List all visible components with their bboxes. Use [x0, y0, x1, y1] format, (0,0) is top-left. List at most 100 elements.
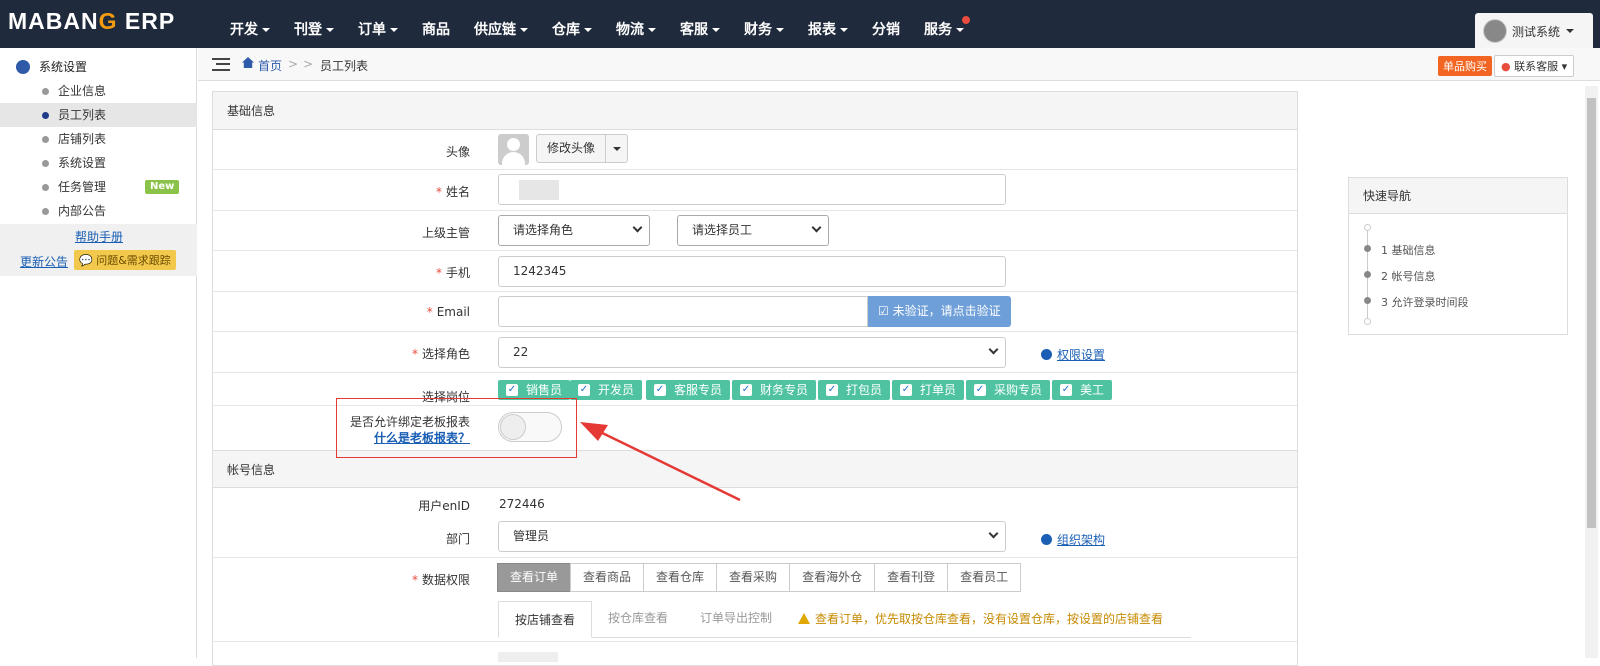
checkbox-checked-icon[interactable]: ✓	[900, 384, 912, 396]
view-listing-button[interactable]: 查看刊登	[874, 563, 949, 592]
timeline-dot	[1364, 297, 1371, 304]
manager-label: 上级主管	[421, 226, 470, 240]
position-chip-sales[interactable]: ✓ 销售员	[498, 380, 571, 400]
role-value-select[interactable]: 22	[498, 337, 1006, 368]
nav-item-customer-service[interactable]: 客服	[668, 0, 732, 48]
phone-input[interactable]: 1242345	[498, 256, 1006, 287]
chevron-down-icon	[988, 528, 999, 539]
timeline-dot	[1364, 318, 1371, 325]
permission-settings-link[interactable]: 权限设置	[1041, 346, 1105, 363]
contact-support-button[interactable]: ● 联系客服 ▾	[1494, 55, 1575, 77]
org-structure-link[interactable]: 组织架构	[1041, 531, 1105, 548]
chevron-down-icon	[520, 28, 528, 32]
tab-by-warehouse[interactable]: 按仓库查看	[592, 600, 684, 637]
buy-button[interactable]: 单品购买	[1438, 56, 1492, 76]
position-chip-purchaser[interactable]: ✓ 采购专员	[966, 380, 1051, 400]
userid-row: 用户enID 272446	[213, 488, 1297, 517]
position-chip-cs[interactable]: ✓ 客服专员	[646, 380, 731, 400]
quick-nav-panel: 快速导航 1 基础信息 2 帐号信息 3 允许登录时间段	[1348, 177, 1568, 335]
phone-label: * 手机	[435, 266, 470, 280]
feedback-button[interactable]: 💬 问题&需求跟踪	[74, 250, 176, 270]
checkbox-checked-icon[interactable]: ✓	[826, 384, 838, 396]
checkbox-checked-icon[interactable]: ✓	[654, 384, 666, 396]
breadcrumb-home[interactable]: 首页	[258, 57, 282, 74]
nav-item-listing[interactable]: 刊登	[282, 0, 346, 48]
chevron-down-icon[interactable]	[605, 135, 627, 162]
sidebar-item-task-management[interactable]: 任务管理 New	[0, 175, 197, 199]
staff-select[interactable]: 请选择员工	[677, 215, 829, 246]
position-chip-printer[interactable]: ✓ 打单员	[892, 380, 965, 400]
checkbox-checked-icon[interactable]: ✓	[1060, 384, 1072, 396]
page-scrollbar[interactable]	[1585, 86, 1598, 658]
view-staff-button[interactable]: 查看员工	[947, 563, 1022, 592]
nav-item-distribution[interactable]: 分销	[860, 0, 912, 48]
position-chip-packer[interactable]: ✓ 打包员	[818, 380, 891, 400]
nav-item-logistics[interactable]: 物流	[604, 0, 668, 48]
position-chip-designer[interactable]: ✓ 美工	[1052, 380, 1113, 400]
nav-item-warehouse[interactable]: 仓库	[540, 0, 604, 48]
quick-nav-account-info[interactable]: 2 帐号信息	[1381, 268, 1436, 284]
sidebar-item-store-list[interactable]: 店铺列表	[0, 127, 197, 151]
name-input[interactable]	[498, 174, 1006, 205]
nav-item-products[interactable]: 商品	[410, 0, 462, 48]
data-permission-buttons: 查看订单 查看商品 查看仓库 查看采购 查看海外仓 查看刊登 查看员工	[497, 563, 1022, 592]
main-nav: 开发 刊登 订单 商品 供应链 仓库 物流 客服 财务 报表 分销 服务	[218, 0, 976, 48]
role-select[interactable]: 请选择角色	[498, 215, 650, 246]
chevron-down-icon	[840, 28, 848, 32]
department-row: 部门 管理员 组织架构	[213, 517, 1297, 558]
scrollbar-thumb[interactable]	[1587, 98, 1596, 528]
email-input[interactable]	[498, 296, 868, 327]
nav-item-reports[interactable]: 报表	[796, 0, 860, 48]
change-avatar-button[interactable]: 修改头像	[536, 134, 629, 163]
quick-nav-basic-info[interactable]: 1 基础信息	[1381, 242, 1436, 258]
chevron-down-icon	[648, 28, 656, 32]
breadcrumb-current: 员工列表	[320, 59, 369, 73]
annotation-highlight-box	[336, 398, 577, 458]
tab-by-store[interactable]: 按店铺查看	[498, 601, 593, 638]
sidebar-item-announcements[interactable]: 内部公告	[0, 199, 197, 223]
tab-order-export[interactable]: 订单导出控制	[684, 600, 788, 637]
gear-icon	[1041, 349, 1052, 360]
user-menu[interactable]: 测试系统	[1475, 13, 1593, 49]
position-chip-finance[interactable]: ✓ 财务专员	[732, 380, 817, 400]
annotation-arrow	[580, 422, 741, 502]
view-products-button[interactable]: 查看商品	[570, 563, 645, 592]
checkbox-checked-icon[interactable]: ✓	[578, 384, 590, 396]
sidebar-item-system-settings[interactable]: 系统设置	[0, 151, 197, 175]
checkbox-checked-icon[interactable]: ✓	[740, 384, 752, 396]
nav-item-services[interactable]: 服务	[912, 0, 976, 48]
nav-item-orders[interactable]: 订单	[346, 0, 410, 48]
help-manual-link[interactable]: 帮助手册	[75, 228, 123, 245]
position-chip-developer[interactable]: ✓ 开发员	[570, 380, 643, 400]
checkbox-checked-icon[interactable]: ✓	[974, 384, 986, 396]
quick-nav-login-time[interactable]: 3 允许登录时间段	[1381, 294, 1469, 310]
user-avatar	[1483, 19, 1507, 43]
sidebar: 系统设置 企业信息 员工列表 店铺列表 系统设置 任务管理 New 内部公告 帮助…	[0, 48, 197, 658]
update-notice-link[interactable]: 更新公告	[20, 253, 68, 270]
view-warehouse-button[interactable]: 查看仓库	[643, 563, 718, 592]
sidebar-heading[interactable]: 系统设置	[16, 58, 87, 75]
menu-toggle-icon[interactable]	[212, 58, 230, 71]
mabang-logo[interactable]: MABANG ERP	[8, 8, 175, 35]
chevron-down-icon	[776, 28, 784, 32]
qq-icon: ●	[1501, 60, 1511, 73]
nav-item-supply-chain[interactable]: 供应链	[462, 0, 540, 48]
user-name: 测试系统	[1512, 24, 1561, 39]
top-navbar: MABANG ERP 开发 刊登 订单 商品 供应链 仓库 物流 客服 财务 报…	[0, 0, 1600, 49]
checkbox-checked-icon[interactable]: ✓	[506, 384, 518, 396]
sidebar-item-staff-list[interactable]: 员工列表	[0, 103, 197, 127]
view-overseas-warehouse-button[interactable]: 查看海外仓	[789, 563, 876, 592]
nav-item-finance[interactable]: 财务	[732, 0, 796, 48]
department-select[interactable]: 管理员	[498, 521, 1006, 552]
order-view-warning: 查看订单，优先取按仓库查看，没有设置仓库，按设置的店铺查看	[798, 601, 1163, 637]
verify-email-button[interactable]: ☑ 未验证，请点击验证	[868, 296, 1011, 327]
view-purchase-button[interactable]: 查看采购	[716, 563, 791, 592]
timeline-dot	[1364, 245, 1371, 252]
sidebar-item-company-info[interactable]: 企业信息	[0, 79, 197, 103]
view-orders-button[interactable]: 查看订单	[497, 563, 572, 592]
bullet-icon	[42, 88, 49, 95]
partial-element	[498, 652, 558, 662]
bullet-icon	[42, 184, 49, 191]
nav-item-dev[interactable]: 开发	[218, 0, 282, 48]
chevron-down-icon	[956, 28, 964, 32]
